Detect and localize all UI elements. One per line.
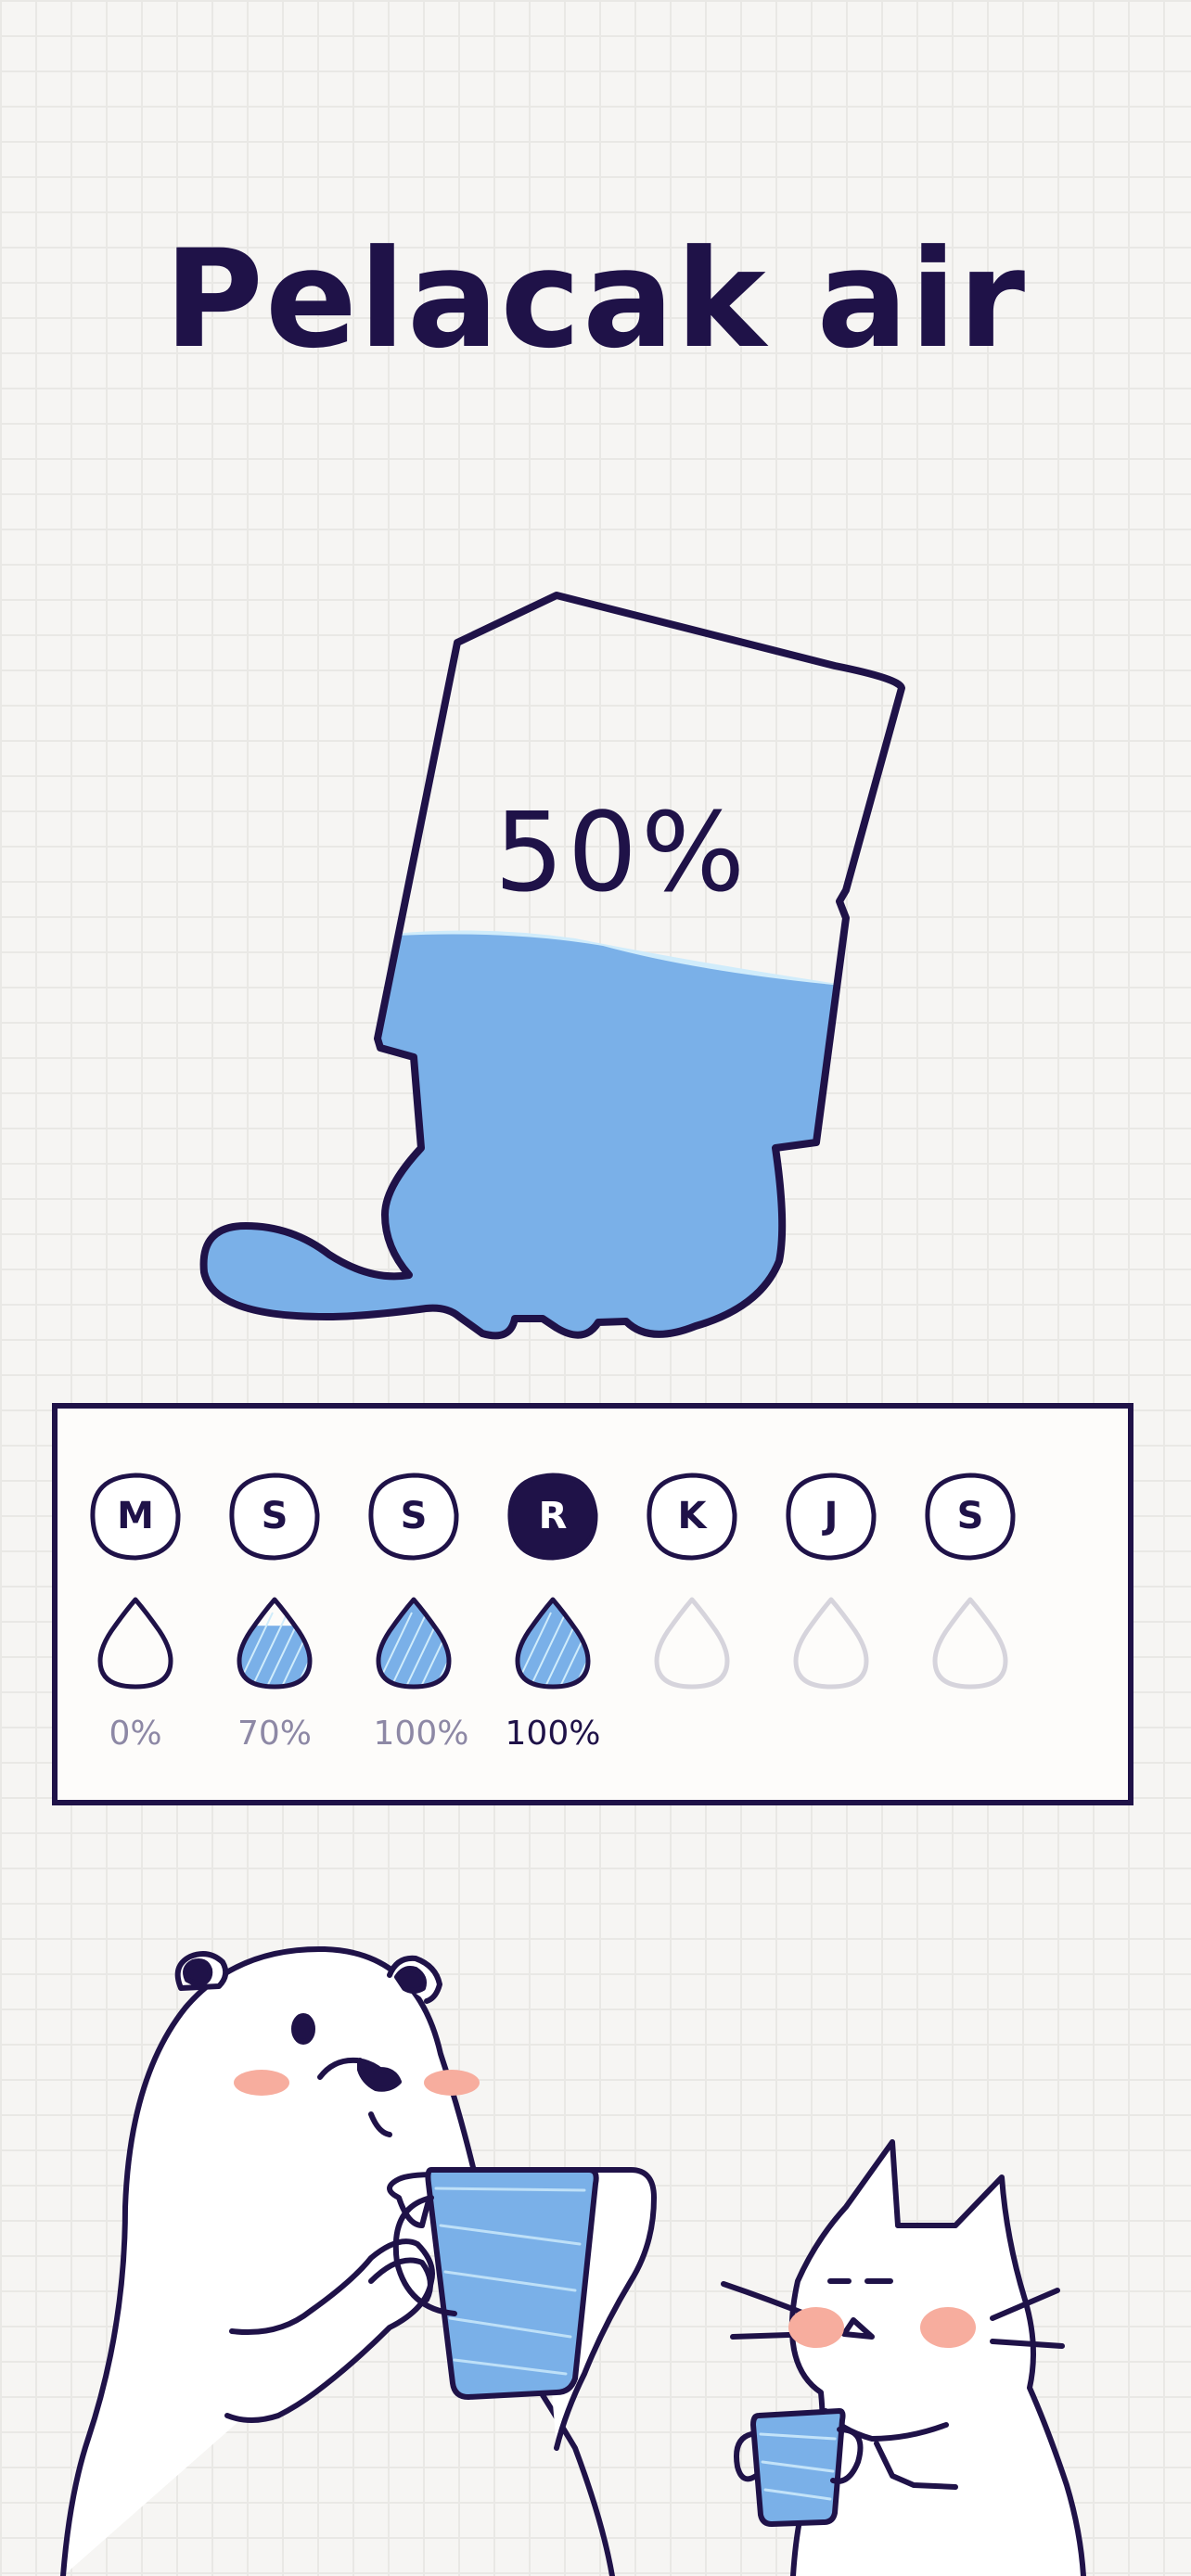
bear-illustration [60,1945,657,2576]
day-5-label: J [824,1495,839,1537]
day-3-circle[interactable]: R [505,1470,601,1562]
day-6-drop-icon [932,1597,1008,1690]
day-5-circle[interactable]: J [783,1470,879,1562]
day-1-percent: 70% [237,1715,312,1753]
day-1-label: S [261,1495,288,1537]
day-5-drop-icon [793,1597,869,1690]
page-title: Pelacak air [163,221,1028,378]
day-4-label: K [677,1495,707,1537]
day-1-circle[interactable]: S [226,1470,323,1562]
day-0-percent: 0% [109,1715,162,1753]
day-3-percent: 100% [505,1715,601,1753]
cat-glass-progress [199,592,905,1340]
day-2-label: S [400,1495,428,1537]
day-4-circle[interactable]: K [644,1470,740,1562]
day-2-percent: 100% [373,1715,469,1753]
day-3-label: R [538,1495,568,1537]
day-2-circle[interactable]: S [365,1470,462,1562]
day-0-circle[interactable]: M [87,1470,184,1562]
today-percent: 50% [493,788,749,916]
day-3-drop-icon [515,1597,591,1690]
day-0-label: M [117,1495,154,1537]
day-6-circle[interactable]: S [922,1470,1018,1562]
day-0-drop-icon [97,1597,173,1690]
cat-illustration [721,2139,1086,2576]
weekly-tracker: M 0% S 70% S 100% R 100% K J S [52,1403,1133,1805]
day-1-drop-icon [237,1597,313,1690]
day-2-drop-icon [376,1597,452,1690]
bear-and-cat-illustration [60,1945,1086,2576]
day-4-drop-icon [654,1597,730,1690]
day-6-label: S [956,1495,984,1537]
